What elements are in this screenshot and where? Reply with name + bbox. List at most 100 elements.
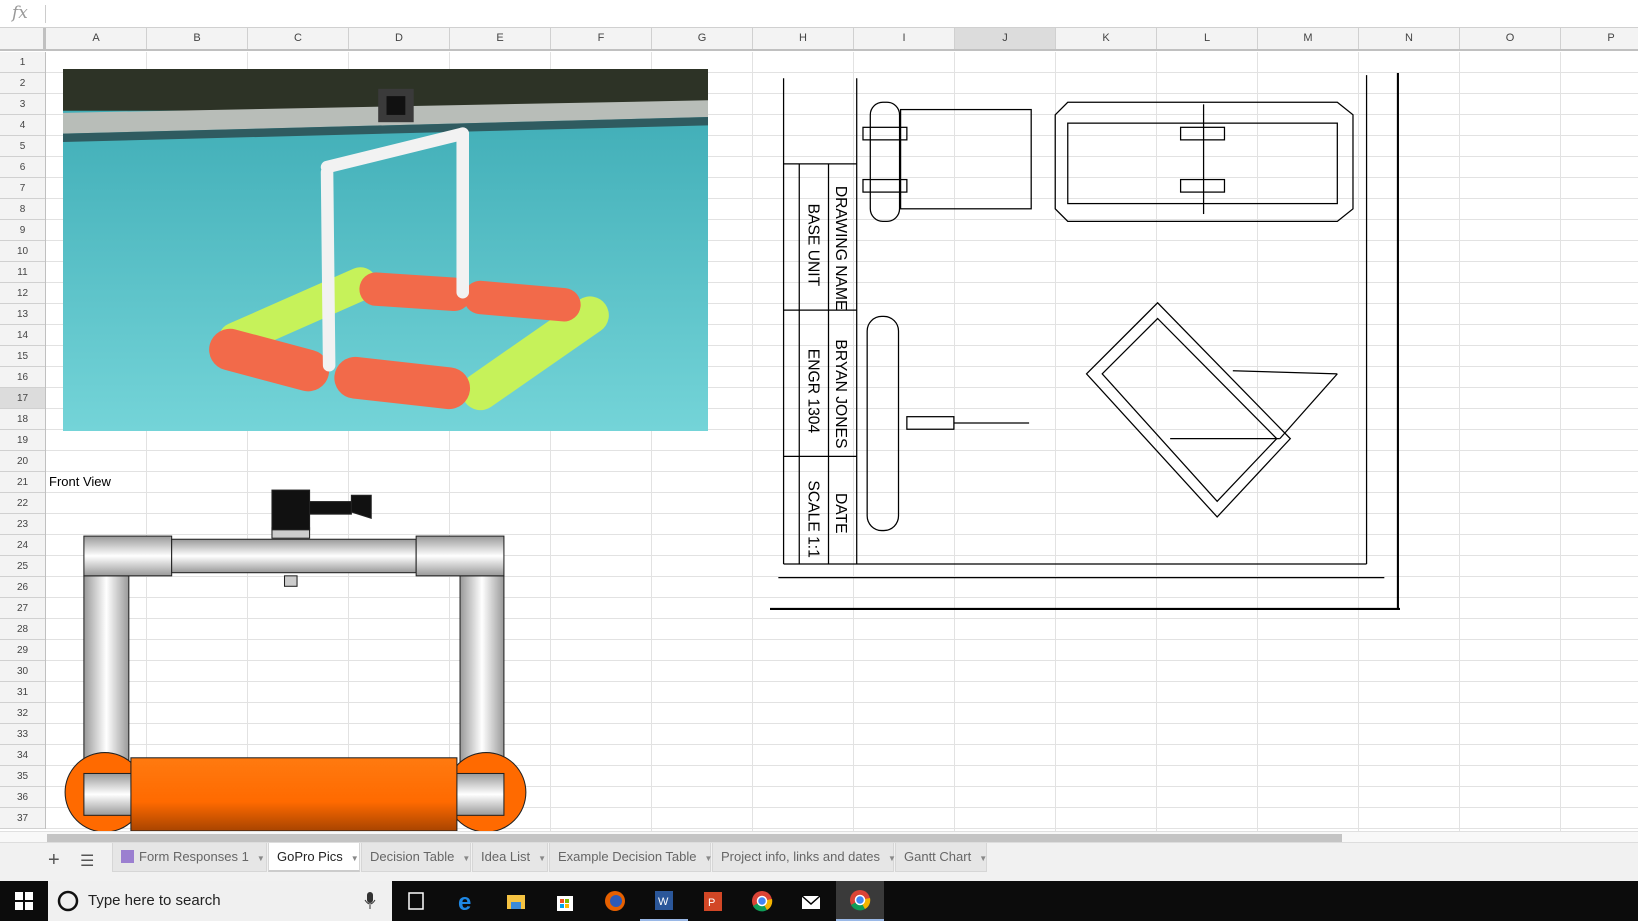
powerpoint-icon[interactable]: P xyxy=(689,881,737,921)
sheet-tab-bar: + ☰ Form Responses 1 ▼ GoPro Pics ▼ Decision… xyxy=(0,842,1638,881)
row-header-22[interactable]: 22 xyxy=(0,493,45,514)
front-view-drawing[interactable] xyxy=(63,488,529,831)
word-icon[interactable]: W xyxy=(640,881,688,921)
sheet-tab-label: GoPro Pics xyxy=(277,849,343,864)
sheet-tab-label: Project info, links and dates xyxy=(721,849,880,864)
horizontal-scrollbar[interactable] xyxy=(0,831,1638,842)
row-header-33[interactable]: 33 xyxy=(0,724,45,745)
chevron-down-icon[interactable]: ▼ xyxy=(979,854,987,863)
row-header-8[interactable]: 8 xyxy=(0,199,45,220)
row-header-15[interactable]: 15 xyxy=(0,346,45,367)
all-sheets-menu-icon[interactable]: ☰ xyxy=(80,851,94,871)
row-header-10[interactable]: 10 xyxy=(0,241,45,262)
select-all-corner[interactable] xyxy=(0,28,46,49)
row-header-14[interactable]: 14 xyxy=(0,325,45,346)
store-icon[interactable] xyxy=(541,881,589,921)
row-header-11[interactable]: 11 xyxy=(0,262,45,283)
row-header-35[interactable]: 35 xyxy=(0,766,45,787)
column-header-a[interactable]: A xyxy=(46,28,147,49)
firefox-icon[interactable] xyxy=(591,881,639,921)
microphone-icon[interactable] xyxy=(364,892,376,910)
row-header-5[interactable]: 5 xyxy=(0,136,45,157)
column-header-e[interactable]: E xyxy=(450,28,551,49)
column-header-p[interactable]: P xyxy=(1561,28,1638,49)
row-header-17[interactable]: 17 xyxy=(0,388,45,409)
sheet-tab-form-responses-1[interactable]: Form Responses 1 ▼ xyxy=(112,843,267,872)
row-header-16[interactable]: 16 xyxy=(0,367,45,388)
mail-icon[interactable] xyxy=(787,881,835,921)
windows-start-icon[interactable] xyxy=(0,881,48,921)
row-header-28[interactable]: 28 xyxy=(0,619,45,640)
column-header-b[interactable]: B xyxy=(147,28,248,49)
formula-input[interactable] xyxy=(52,4,1622,24)
row-header-20[interactable]: 20 xyxy=(0,451,45,472)
divider xyxy=(45,5,46,23)
sheet-tab-example-decision-table[interactable]: Example Decision Table ▼ xyxy=(549,843,712,872)
row-header-6[interactable]: 6 xyxy=(0,157,45,178)
task-view-icon[interactable] xyxy=(392,881,440,921)
taskbar-search[interactable]: Type here to search xyxy=(48,881,392,921)
file-explorer-icon[interactable] xyxy=(492,881,540,921)
row-header-37[interactable]: 37 xyxy=(0,808,45,829)
column-header-g[interactable]: G xyxy=(652,28,753,49)
column-header-m[interactable]: M xyxy=(1258,28,1359,49)
base-unit-drawing[interactable]: DRAWING NAME BASE UNIT BRYAN JONES ENGR … xyxy=(770,73,1400,611)
row-header-12[interactable]: 12 xyxy=(0,283,45,304)
row-header-29[interactable]: 29 xyxy=(0,640,45,661)
row-header-13[interactable]: 13 xyxy=(0,304,45,325)
row-header-23[interactable]: 23 xyxy=(0,514,45,535)
sheet-tab-idea-list[interactable]: Idea List ▼ xyxy=(472,843,548,872)
sheet-tab-gantt-chart[interactable]: Gantt Chart ▼ xyxy=(895,843,987,872)
title-scale: SCALE 1:1 xyxy=(805,480,822,557)
row-header-1[interactable]: 1 xyxy=(0,52,45,73)
column-header-f[interactable]: F xyxy=(551,28,652,49)
column-header-j[interactable]: J xyxy=(955,28,1056,49)
row-header-9[interactable]: 9 xyxy=(0,220,45,241)
title-drawing-name-label: DRAWING NAME xyxy=(832,186,849,311)
column-header-d[interactable]: D xyxy=(349,28,450,49)
search-placeholder: Type here to search xyxy=(88,892,221,909)
chevron-down-icon[interactable]: ▼ xyxy=(257,854,265,863)
row-header-32[interactable]: 32 xyxy=(0,703,45,724)
sheet-tab-project-info-links-and-dates[interactable]: Project info, links and dates ▼ xyxy=(712,843,896,872)
row-header-21[interactable]: 21 xyxy=(0,472,45,493)
row-header-34[interactable]: 34 xyxy=(0,745,45,766)
sheet-tab-label: Gantt Chart xyxy=(904,849,972,864)
row-header-30[interactable]: 30 xyxy=(0,661,45,682)
edge-icon[interactable]: e xyxy=(443,881,491,921)
scrollbar-thumb[interactable] xyxy=(47,834,1342,842)
column-header-o[interactable]: O xyxy=(1460,28,1561,49)
column-header-l[interactable]: L xyxy=(1157,28,1258,49)
sheet-tab-decision-table[interactable]: Decision Table ▼ xyxy=(361,843,471,872)
row-header-7[interactable]: 7 xyxy=(0,178,45,199)
chevron-down-icon[interactable]: ▼ xyxy=(462,854,470,863)
gopro-pool-photo[interactable] xyxy=(63,69,708,431)
row-header-18[interactable]: 18 xyxy=(0,409,45,430)
chevron-down-icon[interactable]: ▼ xyxy=(538,854,546,863)
chrome-icon[interactable] xyxy=(738,881,786,921)
column-header-i[interactable]: I xyxy=(854,28,955,49)
row-header-bar: 1 2 3 4 5 6 7 8 9 10 11 12 13 14 15 16 17 18 19 20 21 22 23 24 2… xyxy=(0,52,46,829)
chevron-down-icon[interactable]: ▼ xyxy=(351,854,359,863)
cell-a21[interactable]: Front View xyxy=(49,474,111,489)
column-header-k[interactable]: K xyxy=(1056,28,1157,49)
svg-text:P: P xyxy=(708,897,715,909)
chrome-active-icon[interactable] xyxy=(836,881,884,921)
add-sheet-button[interactable]: + xyxy=(48,849,60,872)
row-header-27[interactable]: 27 xyxy=(0,598,45,619)
row-header-3[interactable]: 3 xyxy=(0,94,45,115)
row-header-19[interactable]: 19 xyxy=(0,430,45,451)
column-header-n[interactable]: N xyxy=(1359,28,1460,49)
column-header-c[interactable]: C xyxy=(248,28,349,49)
sheet-tab-gopro-pics[interactable]: GoPro Pics ▼ xyxy=(268,843,360,872)
row-header-24[interactable]: 24 xyxy=(0,535,45,556)
row-header-4[interactable]: 4 xyxy=(0,115,45,136)
row-header-31[interactable]: 31 xyxy=(0,682,45,703)
row-header-36[interactable]: 36 xyxy=(0,787,45,808)
formula-bar: fx xyxy=(0,0,1638,28)
svg-text:e: e xyxy=(458,890,471,912)
column-header-h[interactable]: H xyxy=(753,28,854,49)
row-header-25[interactable]: 25 xyxy=(0,556,45,577)
row-header-2[interactable]: 2 xyxy=(0,73,45,94)
row-header-26[interactable]: 26 xyxy=(0,577,45,598)
